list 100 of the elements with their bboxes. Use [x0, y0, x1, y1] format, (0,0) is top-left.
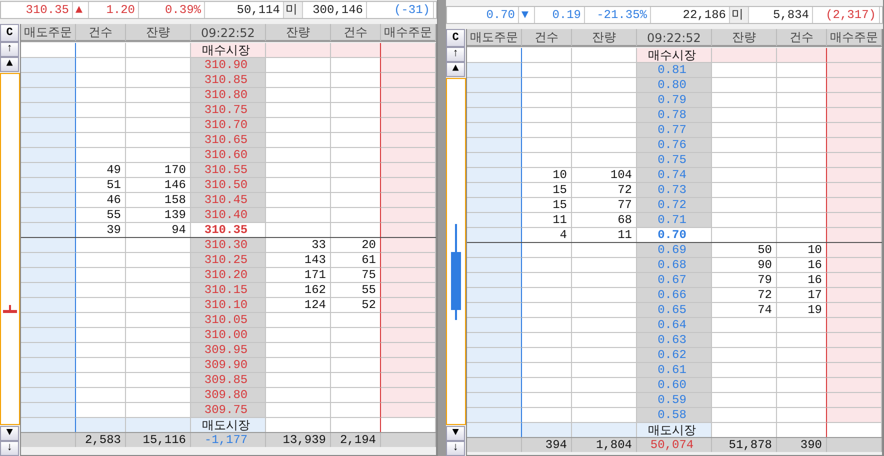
table-cell	[777, 348, 827, 363]
clear-button[interactable]: C	[0, 24, 19, 42]
table-cell	[126, 148, 191, 163]
table-cell	[572, 288, 637, 303]
scroll-bottom-button[interactable]: ↓	[446, 441, 465, 456]
scroll-up-button[interactable]: ▲	[0, 57, 19, 72]
table-cell	[467, 318, 522, 333]
price-cell: 309.95	[191, 343, 266, 358]
table-cell	[331, 373, 381, 388]
table-cell	[467, 78, 522, 93]
clear-button[interactable]: C	[446, 29, 465, 47]
table-cell: 74	[712, 303, 777, 318]
table-cell	[572, 303, 637, 318]
scroll-top-button[interactable]: ↑	[0, 42, 19, 57]
table-cell	[331, 58, 381, 73]
market-order-label[interactable]: 매도시장	[191, 418, 266, 433]
scroll-bottom-button[interactable]: ↓	[0, 441, 19, 456]
table-cell	[777, 363, 827, 378]
price-cell: 0.70	[637, 228, 712, 243]
table-cell	[331, 388, 381, 403]
table-cell	[777, 228, 827, 243]
table-cell	[572, 243, 637, 258]
table-cell: 52	[331, 298, 381, 313]
market-order-label[interactable]: 매도시장	[637, 423, 712, 438]
table-cell: 104	[572, 168, 637, 183]
table-cell	[712, 198, 777, 213]
table-cell: 49	[76, 163, 126, 178]
total-ask-quantity: 1,804	[572, 438, 637, 452]
table-cell	[266, 73, 331, 88]
table-cell	[126, 118, 191, 133]
price-cell: 0.72	[637, 198, 712, 213]
table-cell	[76, 373, 126, 388]
scroll-down-button[interactable]: ▼	[446, 426, 465, 441]
table-cell: 15	[522, 198, 572, 213]
table-cell	[266, 148, 331, 163]
price-cell: 310.15	[191, 283, 266, 298]
column-header: 매도주문	[21, 24, 76, 41]
price-cell: 310.70	[191, 118, 266, 133]
scroll-top-button[interactable]: ↑	[446, 47, 465, 62]
table-cell	[712, 318, 777, 333]
table-cell	[21, 58, 76, 73]
table-cell: 77	[572, 198, 637, 213]
table-cell	[572, 318, 637, 333]
price-cell: 309.75	[191, 403, 266, 418]
market-order-label[interactable]: 매수시장	[191, 43, 266, 58]
table-cell	[522, 63, 572, 78]
table-cell	[76, 73, 126, 88]
table-cell	[712, 153, 777, 168]
price-cell: 310.20	[191, 268, 266, 283]
table-cell	[572, 348, 637, 363]
table-cell	[21, 343, 76, 358]
scroll-down-button[interactable]: ▼	[0, 426, 19, 441]
table-cell	[126, 73, 191, 88]
change-rate: 0.39%	[139, 2, 205, 18]
table-cell	[126, 268, 191, 283]
table-cell	[76, 253, 126, 268]
table-cell: 139	[126, 208, 191, 223]
table-cell	[266, 343, 331, 358]
table-cell	[522, 318, 572, 333]
table-cell: 55	[76, 208, 126, 223]
table-cell: 20	[331, 238, 381, 253]
table-cell	[467, 123, 522, 138]
table-cell	[21, 133, 76, 148]
table-cell	[266, 388, 331, 403]
table-cell	[572, 153, 637, 168]
table-cell	[522, 78, 572, 93]
market-order-label[interactable]: 매수시장	[637, 48, 712, 63]
table-cell	[712, 93, 777, 108]
table-cell	[21, 403, 76, 418]
price-cell: 0.76	[637, 138, 712, 153]
table-cell	[266, 358, 331, 373]
table-cell	[21, 148, 76, 163]
table-cell	[777, 198, 827, 213]
price-cell: 310.45	[191, 193, 266, 208]
table-cell	[777, 63, 827, 78]
column-header: 건수	[76, 24, 126, 41]
table-cell	[331, 313, 381, 328]
table-cell	[467, 288, 522, 303]
table-cell	[522, 48, 572, 63]
current-price: 0.70	[447, 7, 519, 23]
table-cell	[467, 213, 522, 228]
total-bid-quantity: 13,939	[266, 433, 331, 447]
table-cell	[331, 418, 381, 433]
table-cell	[126, 103, 191, 118]
column-header: 잔량	[572, 29, 637, 46]
price-cell: 0.73	[637, 183, 712, 198]
scroll-up-button[interactable]: ▲	[446, 62, 465, 77]
table-cell	[76, 118, 126, 133]
table-cell	[21, 43, 76, 58]
table-cell	[21, 268, 76, 283]
unit-label: 미	[730, 7, 749, 23]
table-cell	[712, 348, 777, 363]
table-cell	[21, 88, 76, 103]
total-bid-count: 2,194	[331, 433, 381, 447]
table-cell	[266, 43, 331, 58]
table-cell	[21, 283, 76, 298]
table-cell	[467, 153, 522, 168]
table-cell	[76, 358, 126, 373]
column-header: 잔량	[266, 24, 331, 41]
table-cell	[712, 108, 777, 123]
